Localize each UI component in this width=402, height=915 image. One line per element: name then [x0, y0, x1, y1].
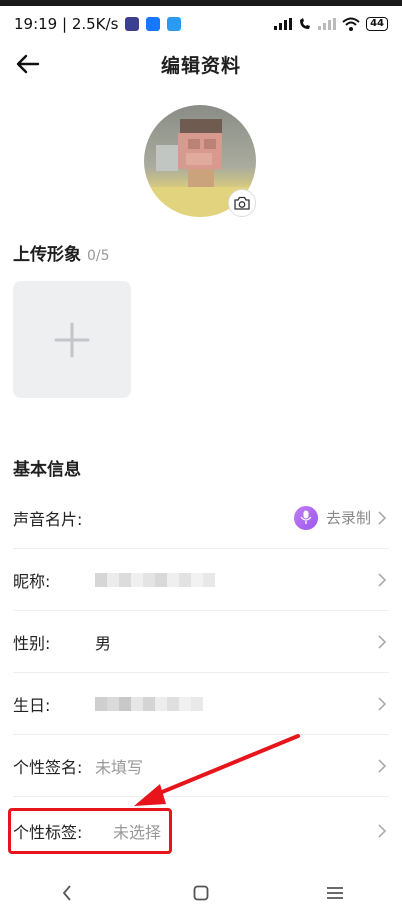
annotation-arrow [134, 734, 300, 806]
menu-icon [327, 886, 343, 899]
square-icon [193, 885, 209, 900]
system-nav-bar [0, 870, 402, 915]
system-menu-button[interactable] [315, 873, 355, 913]
system-back-button[interactable] [47, 873, 87, 913]
chevron-left-icon [62, 884, 71, 901]
system-home-button[interactable] [181, 873, 221, 913]
